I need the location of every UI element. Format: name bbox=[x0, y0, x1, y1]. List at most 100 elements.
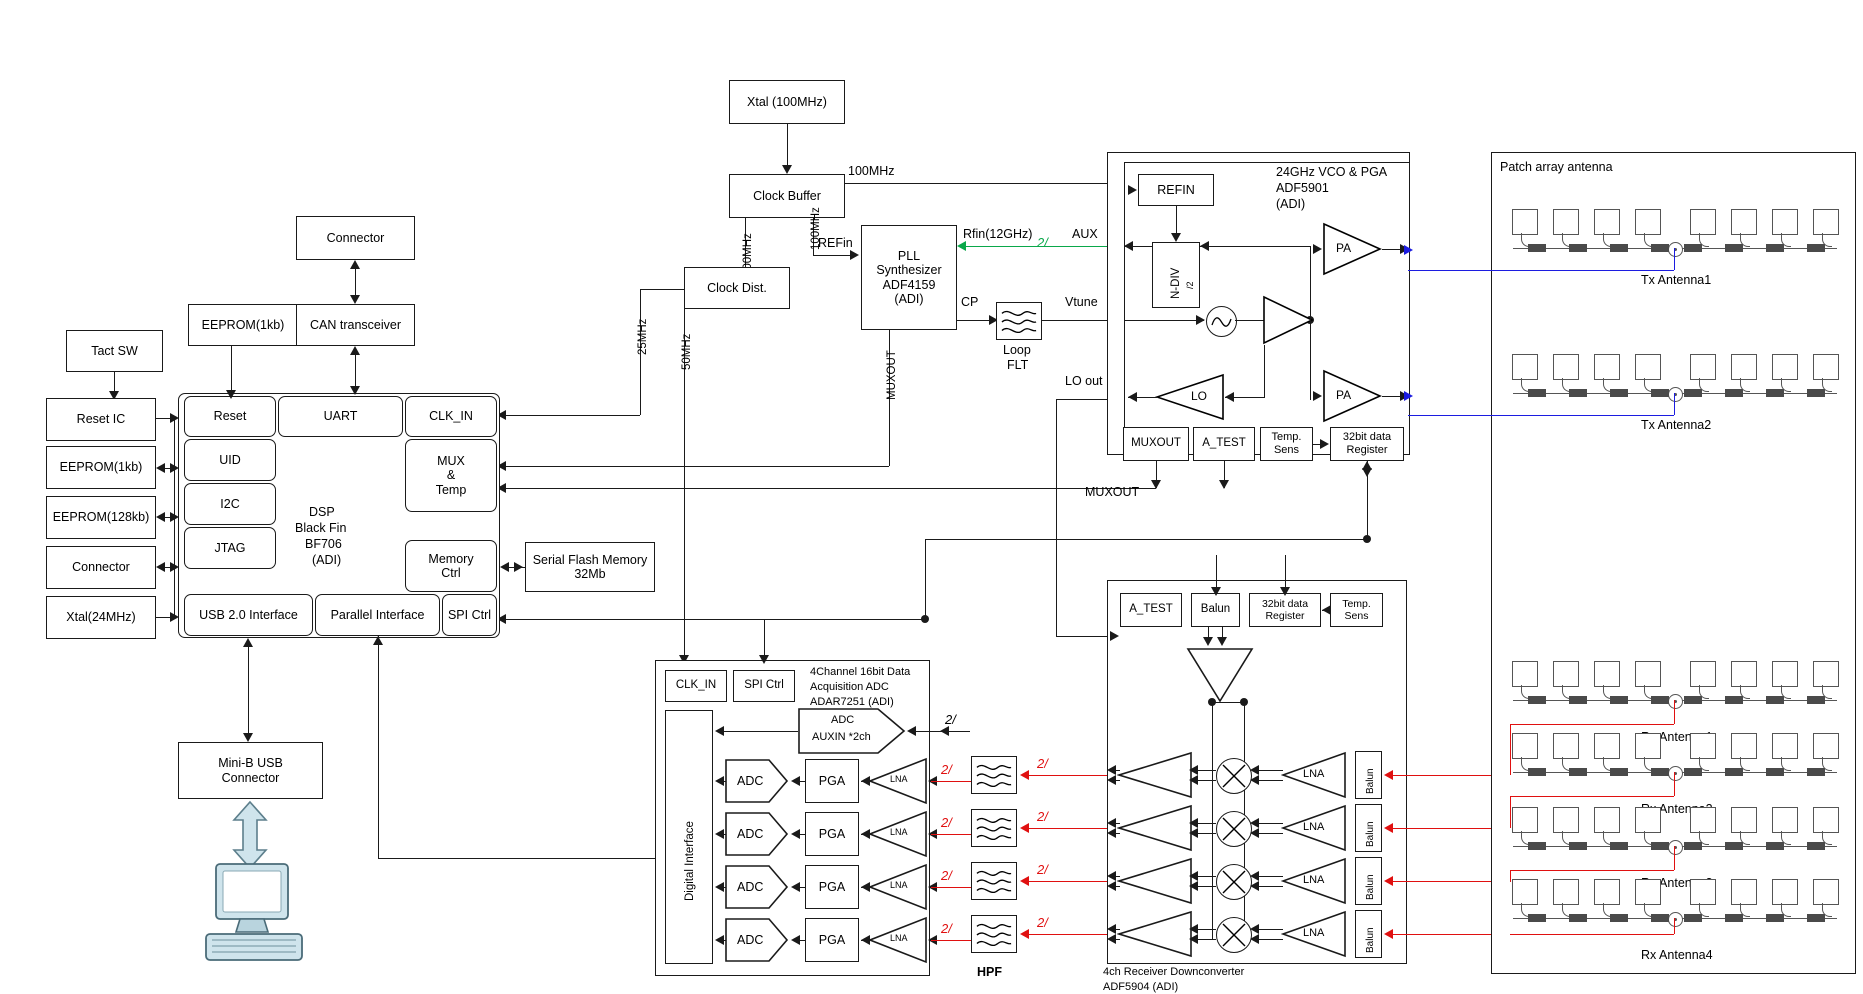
rx4-port bbox=[1668, 912, 1683, 927]
rx-ch1-mixer bbox=[1216, 758, 1252, 794]
rx2-stub-4 bbox=[1651, 768, 1669, 776]
tx1-feed-v bbox=[1674, 248, 1675, 270]
xtal-to-buffer-line bbox=[787, 124, 788, 168]
eeprom-1kb-top-box: EEPROM(1kb) bbox=[188, 304, 298, 346]
rx-ch1-ant-arrow bbox=[1384, 770, 1393, 780]
tx1-stub-4 bbox=[1651, 244, 1669, 252]
tx1-stub-1 bbox=[1528, 244, 1546, 252]
connector-left-box: Connector bbox=[46, 546, 156, 589]
clockdist-25mhz-h bbox=[640, 289, 684, 290]
receiver-title-2: ADF5904 (ADI) bbox=[1103, 981, 1179, 993]
rx1-stub-3 bbox=[1610, 696, 1628, 704]
receiver-temp-l2: Sens bbox=[1344, 610, 1369, 622]
tx1-patch-3 bbox=[1594, 209, 1620, 235]
tx1-stub-5 bbox=[1684, 244, 1702, 252]
tx1-patch-6 bbox=[1731, 209, 1757, 235]
driver-amp-shape bbox=[1263, 295, 1314, 345]
rx3-patch-1 bbox=[1512, 807, 1538, 833]
vco-title-1: 24GHz VCO & PGA bbox=[1276, 165, 1388, 179]
rx4-patch-4 bbox=[1635, 879, 1661, 905]
rx-ch4-out-arrow2 bbox=[1107, 934, 1116, 944]
tx1-patch-1 bbox=[1512, 209, 1538, 235]
rx-ch2-lna-arrow2 bbox=[1250, 828, 1259, 838]
vco-reg-spi-to-dsp bbox=[497, 619, 925, 620]
vco-driver-amp bbox=[1262, 295, 1314, 345]
adc-ch3-lna-line bbox=[861, 887, 871, 888]
can-transceiver-box: CAN transceiver bbox=[296, 304, 415, 346]
dsp-port-i2c: I2C bbox=[184, 483, 276, 525]
dsp-mem-l1: Memory bbox=[428, 551, 474, 566]
adc-ch1-lna-line bbox=[861, 781, 871, 782]
hpf-ch2-glyph bbox=[976, 817, 1012, 840]
rx1-stub-4 bbox=[1651, 696, 1669, 704]
tx2-patch-4 bbox=[1635, 354, 1661, 380]
aux-label: AUX bbox=[1072, 227, 1098, 241]
parallel-if-h bbox=[378, 858, 663, 859]
clockdist-50mhz-label: 50MHz bbox=[681, 333, 693, 370]
rx-ch2-amp-arrow2 bbox=[1189, 828, 1198, 838]
vco-temp-sens-box: Temp. Sens bbox=[1260, 427, 1313, 461]
rx4-stub-6 bbox=[1725, 914, 1743, 922]
loop-filter-label-2: FLT bbox=[1007, 358, 1029, 372]
dsp-center-l1: DSP bbox=[309, 505, 335, 519]
parallel-if-v bbox=[378, 636, 379, 858]
pa-split-v bbox=[1310, 248, 1311, 400]
adc-title-1: 4Channel 16bit Data bbox=[810, 666, 911, 678]
receiver-title-1: 4ch Receiver Downconverter bbox=[1103, 966, 1245, 978]
vco-register-box: 32bit data Register bbox=[1330, 427, 1404, 461]
refin-to-ndiv-arrow bbox=[1171, 233, 1181, 242]
clockbuffer-to-pll-arrow bbox=[850, 250, 859, 260]
tx2-patch-8 bbox=[1813, 354, 1839, 380]
antenna-panel-title: Patch array antenna bbox=[1500, 160, 1613, 174]
rx4-patch-1 bbox=[1512, 879, 1538, 905]
rx-ch4-mixer-glyph bbox=[1222, 923, 1246, 947]
tx2-stub-5 bbox=[1684, 389, 1702, 397]
hpf-ch2-bus-marker: 2/ bbox=[1037, 809, 1048, 824]
rx4-patch-5 bbox=[1690, 879, 1716, 905]
rx3-patch-8 bbox=[1813, 807, 1839, 833]
can-to-connector-arrow-d bbox=[350, 295, 360, 304]
rx3-stub-5 bbox=[1684, 842, 1702, 850]
tx2-stub-1 bbox=[1528, 389, 1546, 397]
receiver-temp-l1: Temp. bbox=[1342, 597, 1371, 610]
adc-ch3-pga-box: PGA bbox=[805, 865, 859, 909]
vtune-label: Vtune bbox=[1065, 295, 1098, 309]
tx1-stub-3 bbox=[1610, 244, 1628, 252]
rx2-patch-1 bbox=[1512, 733, 1538, 759]
rx2-stub-8 bbox=[1807, 768, 1825, 776]
loop-filter-box bbox=[996, 302, 1042, 340]
hpf-ch3-box bbox=[971, 862, 1017, 900]
dsp-center-l3: BF706 bbox=[305, 537, 342, 551]
rx-ch1-amp-arrow2 bbox=[1189, 775, 1198, 785]
tx1-patch-2 bbox=[1553, 209, 1579, 235]
rx2-patch-6 bbox=[1731, 733, 1757, 759]
lo-amp-feed-v bbox=[1264, 345, 1265, 397]
rx-ch4-amp-arrow2 bbox=[1189, 934, 1198, 944]
dsp-mux-l1: MUX bbox=[437, 453, 465, 468]
pll-synthesizer-box: PLL Synthesizer ADF4159 (ADI) bbox=[861, 225, 957, 330]
rx-ch2-out-arrow2 bbox=[1107, 828, 1116, 838]
rx1-patch-4 bbox=[1635, 661, 1661, 687]
tx1-feed-h bbox=[1408, 270, 1674, 271]
adc-spictrl-box: SPI Ctrl bbox=[733, 670, 795, 702]
rx-ch4-lna-arrow1 bbox=[1250, 924, 1259, 934]
adc-spictrl-in-v bbox=[764, 619, 765, 659]
adc-ch3-bus-marker: 2/ bbox=[941, 868, 952, 883]
rx4-stub-5 bbox=[1684, 914, 1702, 922]
receiver-register-box: 32bit data Register bbox=[1249, 593, 1321, 627]
lo-amp-in-arrow bbox=[1225, 392, 1234, 402]
xtal-24mhz-box: Xtal(24MHz) bbox=[46, 596, 156, 639]
rx2-feed-drop bbox=[1510, 796, 1511, 828]
tx2-stub-7 bbox=[1766, 389, 1784, 397]
vtune-to-vco-line bbox=[1124, 320, 1204, 321]
vco-title-2: ADF5901 bbox=[1276, 181, 1329, 195]
adc-ch1-bus-marker: 2/ bbox=[941, 762, 952, 777]
rx1-patch-7 bbox=[1772, 661, 1798, 687]
rx1-feed-h bbox=[1510, 724, 1674, 725]
rx1-patch-1 bbox=[1512, 661, 1538, 687]
lo-distribution-amp bbox=[1186, 648, 1254, 703]
receiver-reg-l2: Register bbox=[1265, 610, 1305, 622]
eeprom-128kb-box: EEPROM(128kb) bbox=[46, 496, 156, 539]
rx-ch1-amp-arrow1 bbox=[1189, 765, 1198, 775]
dsp-port-reset: Reset bbox=[184, 396, 276, 437]
